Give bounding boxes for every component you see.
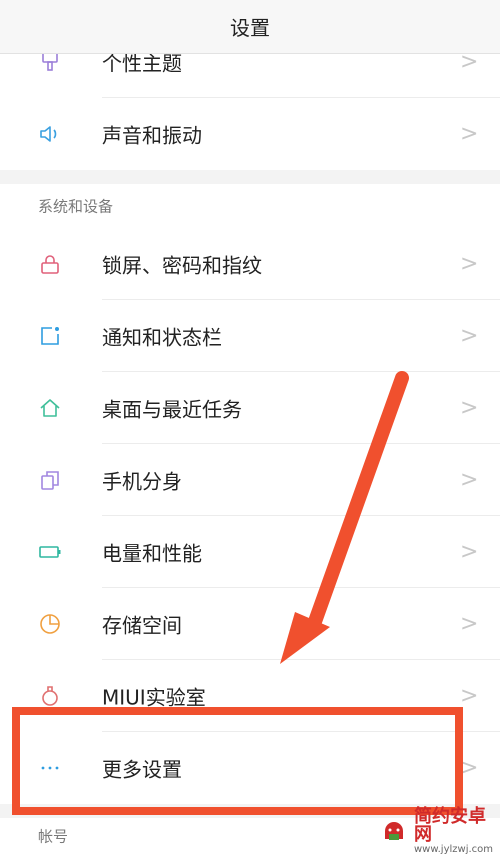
title-bar: 设置 <box>0 0 500 54</box>
lock-icon <box>38 252 62 276</box>
settings-item-lockscreen[interactable]: 锁屏、密码和指纹 > <box>0 228 500 300</box>
settings-item-label: 存储空间 <box>102 613 182 638</box>
settings-item-desktop[interactable]: 桌面与最近任务 > <box>0 372 500 444</box>
settings-item-sound[interactable]: 声音和振动 > <box>0 98 500 170</box>
settings-item-label: MIUI实验室 <box>102 685 206 710</box>
settings-item-more[interactable]: 更多设置 > <box>0 732 500 804</box>
section-title: 帐号 <box>38 827 69 846</box>
storage-pie-icon <box>38 612 62 636</box>
chevron-right-icon: > <box>460 539 479 565</box>
dual-apps-icon <box>38 468 62 492</box>
settings-item-label: 锁屏、密码和指纹 <box>102 253 262 278</box>
page-title: 设置 <box>230 16 270 40</box>
more-dots-icon <box>38 756 62 780</box>
chevron-right-icon: > <box>460 395 479 421</box>
notification-icon <box>38 324 62 348</box>
lab-flask-icon <box>38 684 62 708</box>
chevron-right-icon: > <box>460 121 479 147</box>
chevron-right-icon: > <box>460 611 479 637</box>
speaker-icon <box>38 122 62 146</box>
settings-item-battery[interactable]: 电量和性能 > <box>0 516 500 588</box>
settings-item-label: 手机分身 <box>102 469 182 494</box>
settings-item-label: 电量和性能 <box>102 541 202 566</box>
battery-icon <box>38 540 62 564</box>
section-title: 系统和设备 <box>38 197 114 216</box>
chevron-right-icon: > <box>460 683 479 709</box>
settings-item-label: 通知和状态栏 <box>102 325 222 350</box>
section-header-system: 系统和设备 <box>0 184 500 228</box>
watermark-logo: 简约安卓网 www.jylzwj.com <box>380 808 500 855</box>
watermark-title: 简约安卓网 <box>414 806 486 845</box>
watermark-url: www.jylzwj.com <box>414 844 494 855</box>
settings-item-label: 桌面与最近任务 <box>102 397 242 422</box>
settings-item-notifications[interactable]: 通知和状态栏 > <box>0 300 500 372</box>
section-gap <box>0 170 500 184</box>
settings-item-label: 声音和振动 <box>102 123 202 148</box>
settings-item-label: 更多设置 <box>102 757 182 782</box>
chevron-right-icon: > <box>460 755 479 781</box>
android-robot-icon <box>380 816 408 848</box>
settings-item-miui-lab[interactable]: MIUI实验室 > <box>0 660 500 732</box>
chevron-right-icon: > <box>460 323 479 349</box>
home-icon <box>38 396 62 420</box>
settings-item-dual-apps[interactable]: 手机分身 > <box>0 444 500 516</box>
settings-item-storage[interactable]: 存储空间 > <box>0 588 500 660</box>
chevron-right-icon: > <box>460 467 479 493</box>
chevron-right-icon: > <box>460 251 479 277</box>
